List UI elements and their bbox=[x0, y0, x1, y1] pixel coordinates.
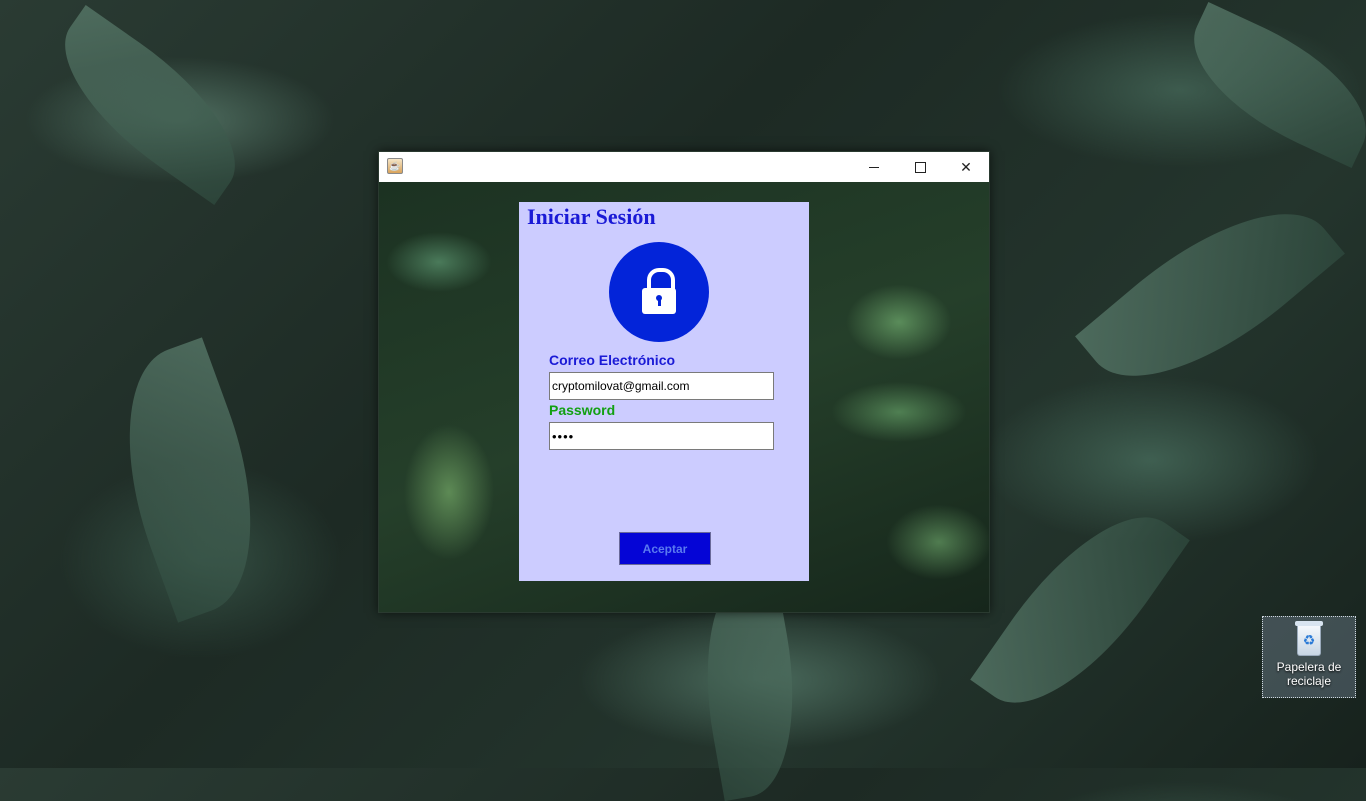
minimize-button[interactable] bbox=[851, 152, 897, 182]
desktop-icon-label: Papelera de reciclaje bbox=[1276, 660, 1342, 688]
background-leaf bbox=[34, 5, 266, 205]
email-field[interactable] bbox=[549, 372, 774, 400]
lock-body bbox=[642, 288, 676, 314]
password-field[interactable] bbox=[549, 422, 774, 450]
minimize-icon bbox=[869, 166, 879, 168]
maximize-icon bbox=[914, 161, 926, 173]
java-cup-icon[interactable]: ☕ bbox=[387, 158, 403, 174]
keyhole-stem bbox=[657, 299, 661, 306]
window-content: Iniciar Sesión Correo Electrónico Passwo… bbox=[379, 182, 989, 612]
password-label: Password bbox=[549, 402, 616, 418]
background-leaf bbox=[970, 483, 1190, 737]
title-bar[interactable]: ☕ ✕ bbox=[379, 152, 989, 182]
background-leaf bbox=[89, 337, 291, 623]
close-button[interactable]: ✕ bbox=[943, 152, 989, 182]
login-window: ☕ ✕ Iniciar Sesión Correo Electrónico Pa… bbox=[378, 151, 990, 613]
maximize-button[interactable] bbox=[897, 152, 943, 182]
close-icon: ✕ bbox=[960, 158, 972, 175]
accept-button[interactable]: Aceptar bbox=[619, 532, 711, 565]
desktop-icon-recycle-bin[interactable]: ♻ Papelera de reciclaje bbox=[1262, 616, 1356, 698]
background-leaf bbox=[1075, 169, 1345, 421]
email-label: Correo Electrónico bbox=[549, 352, 676, 368]
background-leaf bbox=[1170, 1, 1366, 169]
page-title: Iniciar Sesión bbox=[527, 204, 656, 229]
recycle-bin-icon: ♻ bbox=[1293, 621, 1325, 657]
bin-body: ♻ bbox=[1297, 626, 1321, 656]
lock-icon bbox=[609, 242, 709, 342]
login-panel: Iniciar Sesión Correo Electrónico Passwo… bbox=[519, 202, 809, 581]
